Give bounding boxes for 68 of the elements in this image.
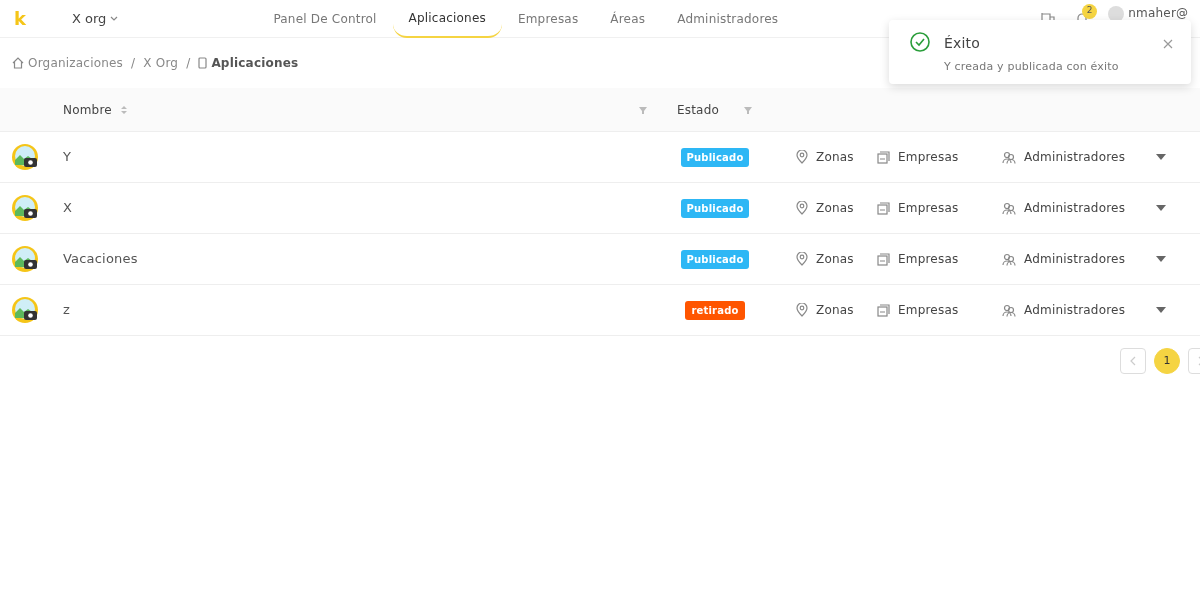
column-header: Estado [676,101,720,119]
app-name: Vacaciones [63,251,138,267]
caret-icon [110,16,119,21]
breadcrumb-link[interactable]: Organizaciones [28,54,124,72]
app-avatar-icon [12,195,38,221]
home-icon [12,57,24,69]
link[interactable]: Administradores [1024,148,1126,166]
status-badge: Publicado [680,198,750,218]
filter-icon[interactable] [638,105,648,115]
link[interactable]: Empresas [898,250,959,268]
app-avatar-icon [12,297,38,323]
link[interactable]: Empresas [898,148,959,166]
link[interactable]: Administradores [1024,301,1126,319]
chevron-left-icon [1130,355,1136,366]
users-icon[interactable] [1002,150,1016,164]
pin-icon[interactable] [796,303,808,317]
nav-tab[interactable]: Aplicaciones [392,0,502,38]
expand-caret-icon[interactable] [1156,256,1166,262]
users-icon[interactable] [1002,303,1016,317]
success-icon [910,32,930,52]
breadcrumb-separator: / [186,55,191,72]
nav-tab[interactable]: Empresas [501,0,595,38]
nav-tab[interactable]: Administradores [661,0,795,38]
nav-tab[interactable]: Panel De Control [257,0,393,38]
copy-icon[interactable] [877,252,890,266]
users-icon[interactable] [1002,252,1016,266]
phone-icon [198,57,208,69]
link[interactable]: Administradores [1024,199,1126,217]
avatar-icon [1108,5,1125,22]
app-name: z [63,302,71,318]
sort-icon[interactable] [119,103,128,116]
filter-icon[interactable] [743,104,754,115]
status-badge: retirado [685,300,745,320]
link[interactable]: Empresas [898,199,959,217]
expand-caret-icon[interactable] [1156,307,1166,313]
link[interactable]: Zonas [816,199,854,217]
toast-message: Y creada y publicada con éxito [944,59,1120,75]
pin-icon[interactable] [796,150,808,164]
app-avatar-icon [12,246,38,272]
app-name: X [63,200,73,216]
nav-tab[interactable]: Áreas [594,0,662,38]
pin-icon[interactable] [796,252,808,266]
expand-caret-icon[interactable] [1156,154,1166,160]
org-selector[interactable]: X org [72,8,119,29]
copy-icon[interactable] [877,303,890,317]
user-name[interactable]: nmaher@ [1128,7,1189,20]
link[interactable]: Zonas [816,148,854,166]
app-name: Y [63,149,72,165]
users-icon[interactable] [1002,201,1016,215]
notification-count: 2 [1082,3,1098,19]
breadcrumb-separator: / [131,55,136,72]
pin-icon[interactable] [796,201,808,215]
breadcrumb-current: Aplicaciones [211,55,299,72]
copy-icon[interactable] [877,201,890,215]
toast-title: Éxito [944,34,982,53]
link[interactable]: Zonas [816,301,854,319]
link[interactable]: Administradores [1024,250,1126,268]
close-icon[interactable] [1163,38,1173,49]
link[interactable]: Zonas [816,250,854,268]
breadcrumb-link[interactable]: X Org [143,54,179,72]
link[interactable]: Empresas [898,301,959,319]
page-button[interactable]: 1 [1154,348,1180,374]
status-badge: Publicado [680,147,750,167]
column-header: Nombre [63,101,112,119]
expand-caret-icon[interactable] [1156,205,1166,211]
status-badge: Publicado [680,249,750,269]
app-avatar-icon [12,144,38,170]
copy-icon[interactable] [877,150,890,164]
